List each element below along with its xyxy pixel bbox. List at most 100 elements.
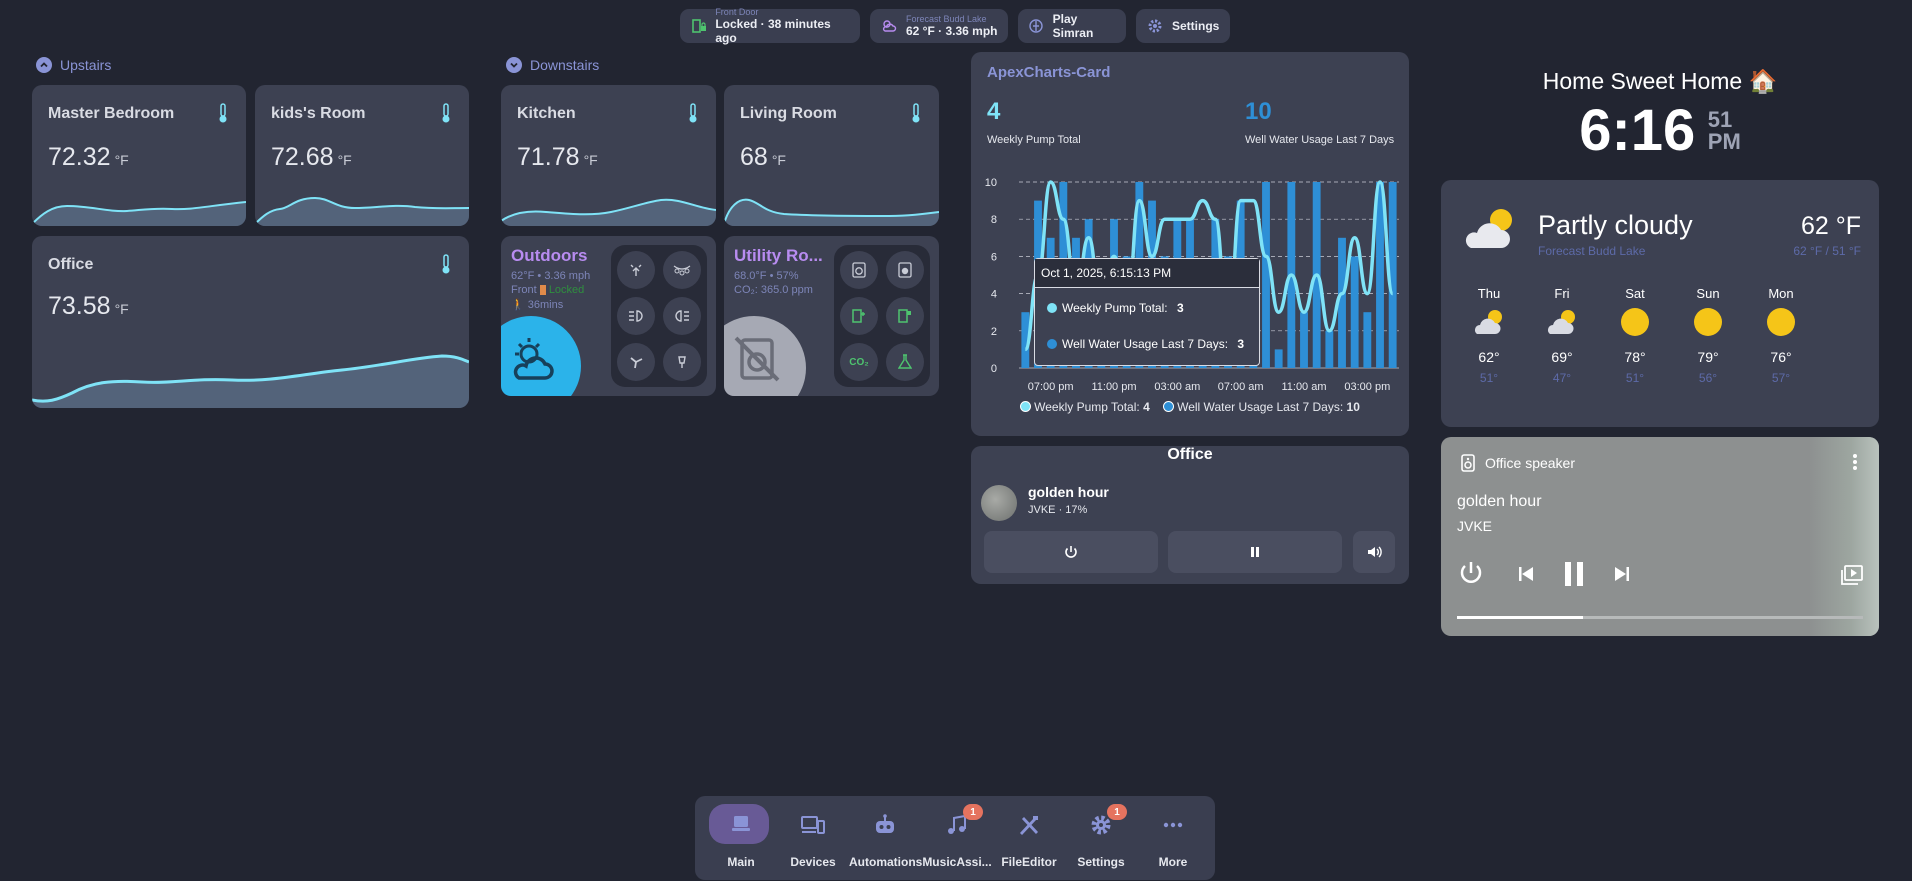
nav-item-fileeditor[interactable]: FileEditor	[993, 802, 1065, 872]
legend-dot-icon	[1047, 339, 1057, 349]
pause-button[interactable]	[1168, 531, 1342, 573]
forecast-label: Forecast Budd Lake	[906, 14, 987, 24]
forecast-high: 62°	[1478, 349, 1500, 365]
power-icon	[1460, 562, 1482, 583]
chart-legend: Weekly Pump Total: 4 Well Water Usage La…	[971, 400, 1409, 414]
kitchen-card[interactable]: Kitchen 71.78 °F	[501, 85, 716, 226]
temperature-value: 72.32 °F	[48, 143, 129, 171]
floodlight-icon[interactable]	[663, 297, 701, 335]
stat-well-water-label: Well Water Usage Last 7 Days	[1245, 134, 1395, 146]
power-icon	[1065, 546, 1077, 558]
nav-item-musicassi[interactable]: MusicAssi... 1	[921, 802, 993, 872]
door-open-icon[interactable]	[840, 297, 878, 335]
sprinkler-icon[interactable]	[617, 251, 655, 289]
tooltip-row-pump: Weekly Pump Total: 3	[1047, 301, 1184, 315]
string-lights-icon[interactable]	[663, 251, 701, 289]
legend-item-pump[interactable]: Weekly Pump Total: 4	[1020, 400, 1150, 414]
utility-room-card[interactable]: Utility Ro... 68.0°F • 57% CO₂: 365.0 pp…	[724, 236, 939, 396]
more-vert-icon[interactable]	[1853, 453, 1857, 476]
media-room-title: Office	[1167, 446, 1213, 463]
legend-item-water[interactable]: Well Water Usage Last 7 Days: 10	[1163, 400, 1360, 414]
outdoor-lamp-icon[interactable]	[663, 343, 701, 381]
home-title: Home Sweet Home 🏠	[1542, 68, 1778, 94]
progress-track[interactable]	[1457, 616, 1863, 619]
front-door-chip[interactable]: Front Door Locked · 38 minutes ago	[680, 7, 860, 45]
office-temp-card[interactable]: Office 73.58 °F	[32, 236, 469, 408]
nav-item-more[interactable]: More	[1137, 802, 1209, 872]
skip-previous-icon	[1519, 567, 1533, 581]
co2-sensor-button[interactable]: CO₂	[840, 343, 878, 381]
cast-source-button[interactable]	[1841, 565, 1863, 590]
room-name: Living Room	[740, 105, 837, 122]
fan-icon[interactable]	[617, 343, 655, 381]
stat-weekly-pump-label: Weekly Pump Total	[987, 134, 1081, 146]
upstairs-heading[interactable]: Upstairs	[36, 57, 111, 73]
temperature-sparkline	[32, 354, 469, 408]
flask-icon[interactable]	[886, 343, 924, 381]
downstairs-heading[interactable]: Downstairs	[506, 57, 599, 73]
forecast-low: 57°	[1771, 371, 1791, 385]
skip-next-icon	[1615, 567, 1629, 581]
volume-button[interactable]	[1353, 531, 1395, 573]
album-art	[981, 485, 1017, 521]
bar-well-water	[1325, 330, 1334, 368]
forecast-day: Thu 62° 51°	[1453, 286, 1525, 385]
settings-chip[interactable]: Settings	[1136, 9, 1230, 43]
media-artist-volume: JVKE · 17%	[1028, 504, 1088, 516]
partly-cloudy-icon	[1461, 204, 1519, 254]
volume-icon	[1368, 546, 1382, 558]
thermometer-icon	[911, 103, 921, 128]
kids-room-card[interactable]: kids's Room 72.68 °F	[255, 85, 469, 226]
skip-next-button[interactable]	[1613, 565, 1631, 588]
outdoors-buttons	[611, 245, 707, 387]
skip-previous-button[interactable]	[1517, 565, 1535, 588]
play-simran-chip[interactable]: Play Simran	[1018, 9, 1126, 43]
pause-icon	[1565, 562, 1583, 586]
nav-label: Settings	[1077, 855, 1125, 869]
notification-badge: 1	[1107, 804, 1127, 820]
forecast-low: 51°	[1479, 371, 1499, 385]
play-simran-label: Play Simran	[1052, 12, 1094, 40]
temperature-value: 68 °F	[740, 143, 786, 171]
door-icon	[539, 285, 546, 296]
nav-item-main[interactable]: Main	[705, 802, 777, 872]
nav-item-settings[interactable]: Settings 1	[1065, 802, 1137, 872]
gear-icon	[1146, 17, 1164, 35]
power-button[interactable]	[984, 531, 1158, 573]
speaker-artist: JVKE	[1457, 518, 1493, 534]
weather-location: Forecast Budd Lake	[1538, 244, 1646, 258]
door-sensor-icon[interactable]	[886, 297, 924, 335]
office-speaker-card[interactable]: Office speaker golden hour JVKE	[1441, 437, 1879, 636]
stat-well-water-value: 10	[1245, 98, 1272, 125]
partly-cloudy-icon	[1453, 307, 1525, 345]
washing-machine-icon[interactable]	[840, 251, 878, 289]
living-room-card[interactable]: Living Room 68 °F	[724, 85, 939, 226]
temperature-sparkline	[32, 201, 246, 226]
x-tick-label: 07:00 pm	[1028, 381, 1074, 393]
outdoors-card[interactable]: Outdoors 62°F • 3.36 mph Front Locked 🚶 …	[501, 236, 716, 396]
nav-item-devices[interactable]: Devices	[777, 802, 849, 872]
partly-cloudy-icon	[880, 17, 898, 35]
clock-ampm: PM	[1707, 128, 1741, 154]
headlight-icon[interactable]	[617, 297, 655, 335]
x-tick-label: 03:00 am	[1154, 381, 1200, 393]
utility-room-title: Utility Ro...	[734, 246, 823, 265]
devices-icon	[777, 812, 849, 838]
forecast-day: Sat 78° 51°	[1599, 286, 1671, 385]
nav-label: FileEditor	[1001, 855, 1057, 869]
utility-climate: 68.0°F • 57%	[734, 270, 799, 282]
speaker-power-button[interactable]	[1457, 559, 1485, 592]
outdoors-motion: 🚶 36mins	[511, 299, 564, 311]
legend-dot-icon	[1047, 303, 1057, 313]
forecast-chip[interactable]: Forecast Budd Lake 62 °F · 3.36 mph	[870, 9, 1008, 43]
thermometer-icon	[441, 254, 451, 279]
room-name: kids's Room	[271, 105, 366, 122]
dryer-icon[interactable]	[886, 251, 924, 289]
walk-icon: 🚶	[511, 299, 525, 311]
speaker-pause-button[interactable]	[1562, 561, 1586, 592]
nav-item-automations[interactable]: Automations	[849, 802, 922, 872]
y-tick-label: 2	[991, 326, 997, 338]
clock-seconds: 51	[1707, 106, 1733, 132]
master-bedroom-card[interactable]: Master Bedroom 72.32 °F	[32, 85, 246, 226]
weather-card[interactable]: Partly cloudy Forecast Budd Lake 62 °F 6…	[1441, 180, 1879, 427]
